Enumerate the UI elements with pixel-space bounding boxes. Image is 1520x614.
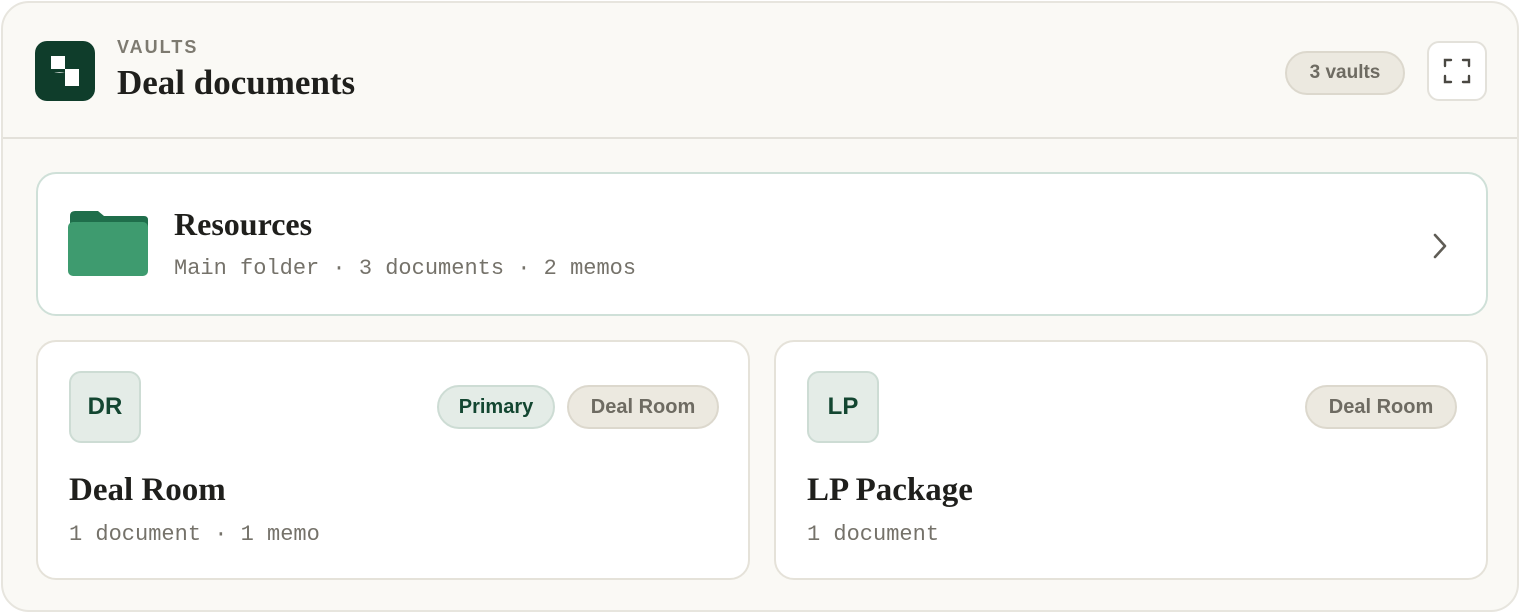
vault-meta: 1 document — [807, 522, 940, 547]
deal-room-badge: Deal Room — [1305, 385, 1457, 429]
folder-icon — [68, 211, 148, 276]
vault-card-lp-package[interactable]: LP Deal Room LP Package 1 document — [774, 340, 1488, 580]
vault-card-deal-room[interactable]: DR Primary Deal Room Deal Room 1 documen… — [36, 340, 750, 580]
vault-avatar: DR — [69, 371, 141, 443]
primary-badge: Primary — [437, 385, 555, 429]
expand-button[interactable] — [1427, 41, 1487, 101]
vault-avatar: LP — [807, 371, 879, 443]
vault-meta: 1 document · 1 memo — [69, 522, 320, 547]
page-title: Deal documents — [117, 63, 356, 102]
section-eyebrow: VAULTS — [117, 37, 199, 57]
resources-meta: Main folder · 3 documents · 2 memos — [174, 256, 637, 281]
vault-title: Deal Room — [69, 472, 226, 508]
chevron-right-icon — [1433, 233, 1447, 259]
panel-header: VAULTS Deal documents 3 vaults — [3, 3, 1517, 139]
resources-title: Resources — [174, 206, 313, 242]
resources-folder-row[interactable]: Resources Main folder · 3 documents · 2 … — [36, 172, 1488, 316]
expand-icon — [1443, 58, 1471, 84]
vault-logo-icon — [35, 41, 95, 101]
vault-count-badge: 3 vaults — [1285, 51, 1405, 95]
vault-title: LP Package — [807, 472, 973, 508]
vaults-panel: VAULTS Deal documents 3 vaults Resources… — [1, 1, 1519, 612]
deal-room-badge: Deal Room — [567, 385, 719, 429]
